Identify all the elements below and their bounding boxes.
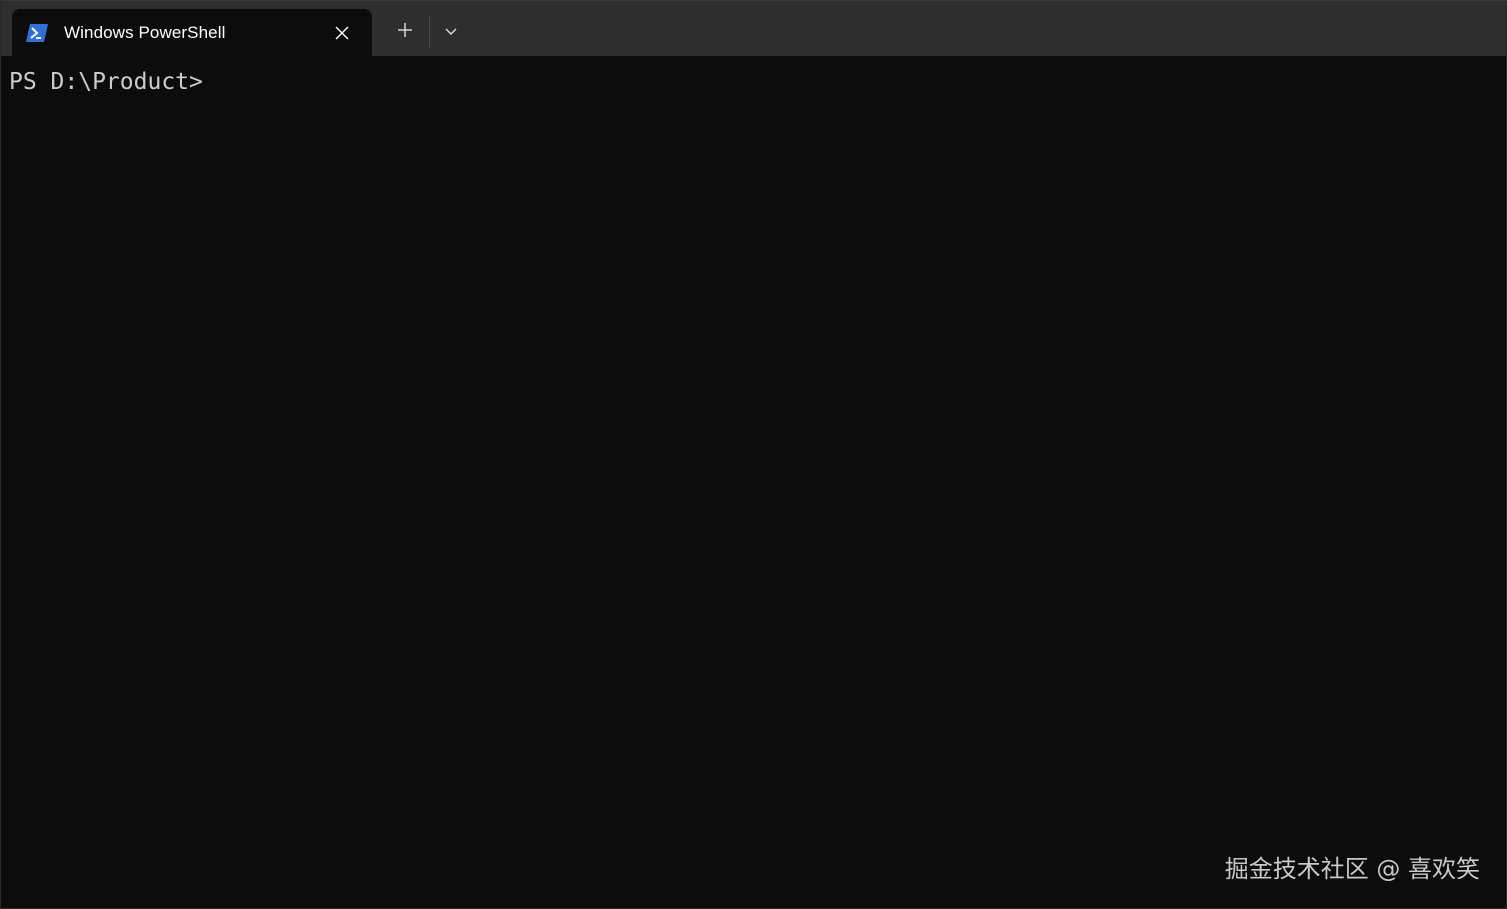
profile-dropdown-button[interactable]	[433, 15, 469, 49]
terminal-window: Windows PowerShell PS D:\Product> 掘金技术社区…	[0, 0, 1507, 909]
powershell-icon	[26, 23, 48, 43]
chevron-down-icon	[444, 23, 458, 41]
toolbar-divider	[429, 15, 430, 49]
terminal-pane[interactable]: PS D:\Product>	[1, 56, 1506, 908]
new-tab-button[interactable]	[385, 15, 425, 49]
watermark: 掘金技术社区 @ 喜欢笑	[1224, 855, 1480, 883]
tab-windows-powershell[interactable]: Windows PowerShell	[12, 9, 372, 57]
tab-title: Windows PowerShell	[64, 23, 226, 42]
plus-icon	[397, 22, 413, 43]
tab-bar: Windows PowerShell	[1, 0, 1506, 57]
close-icon[interactable]	[330, 21, 354, 45]
prompt-line: PS D:\Product>	[9, 69, 203, 95]
